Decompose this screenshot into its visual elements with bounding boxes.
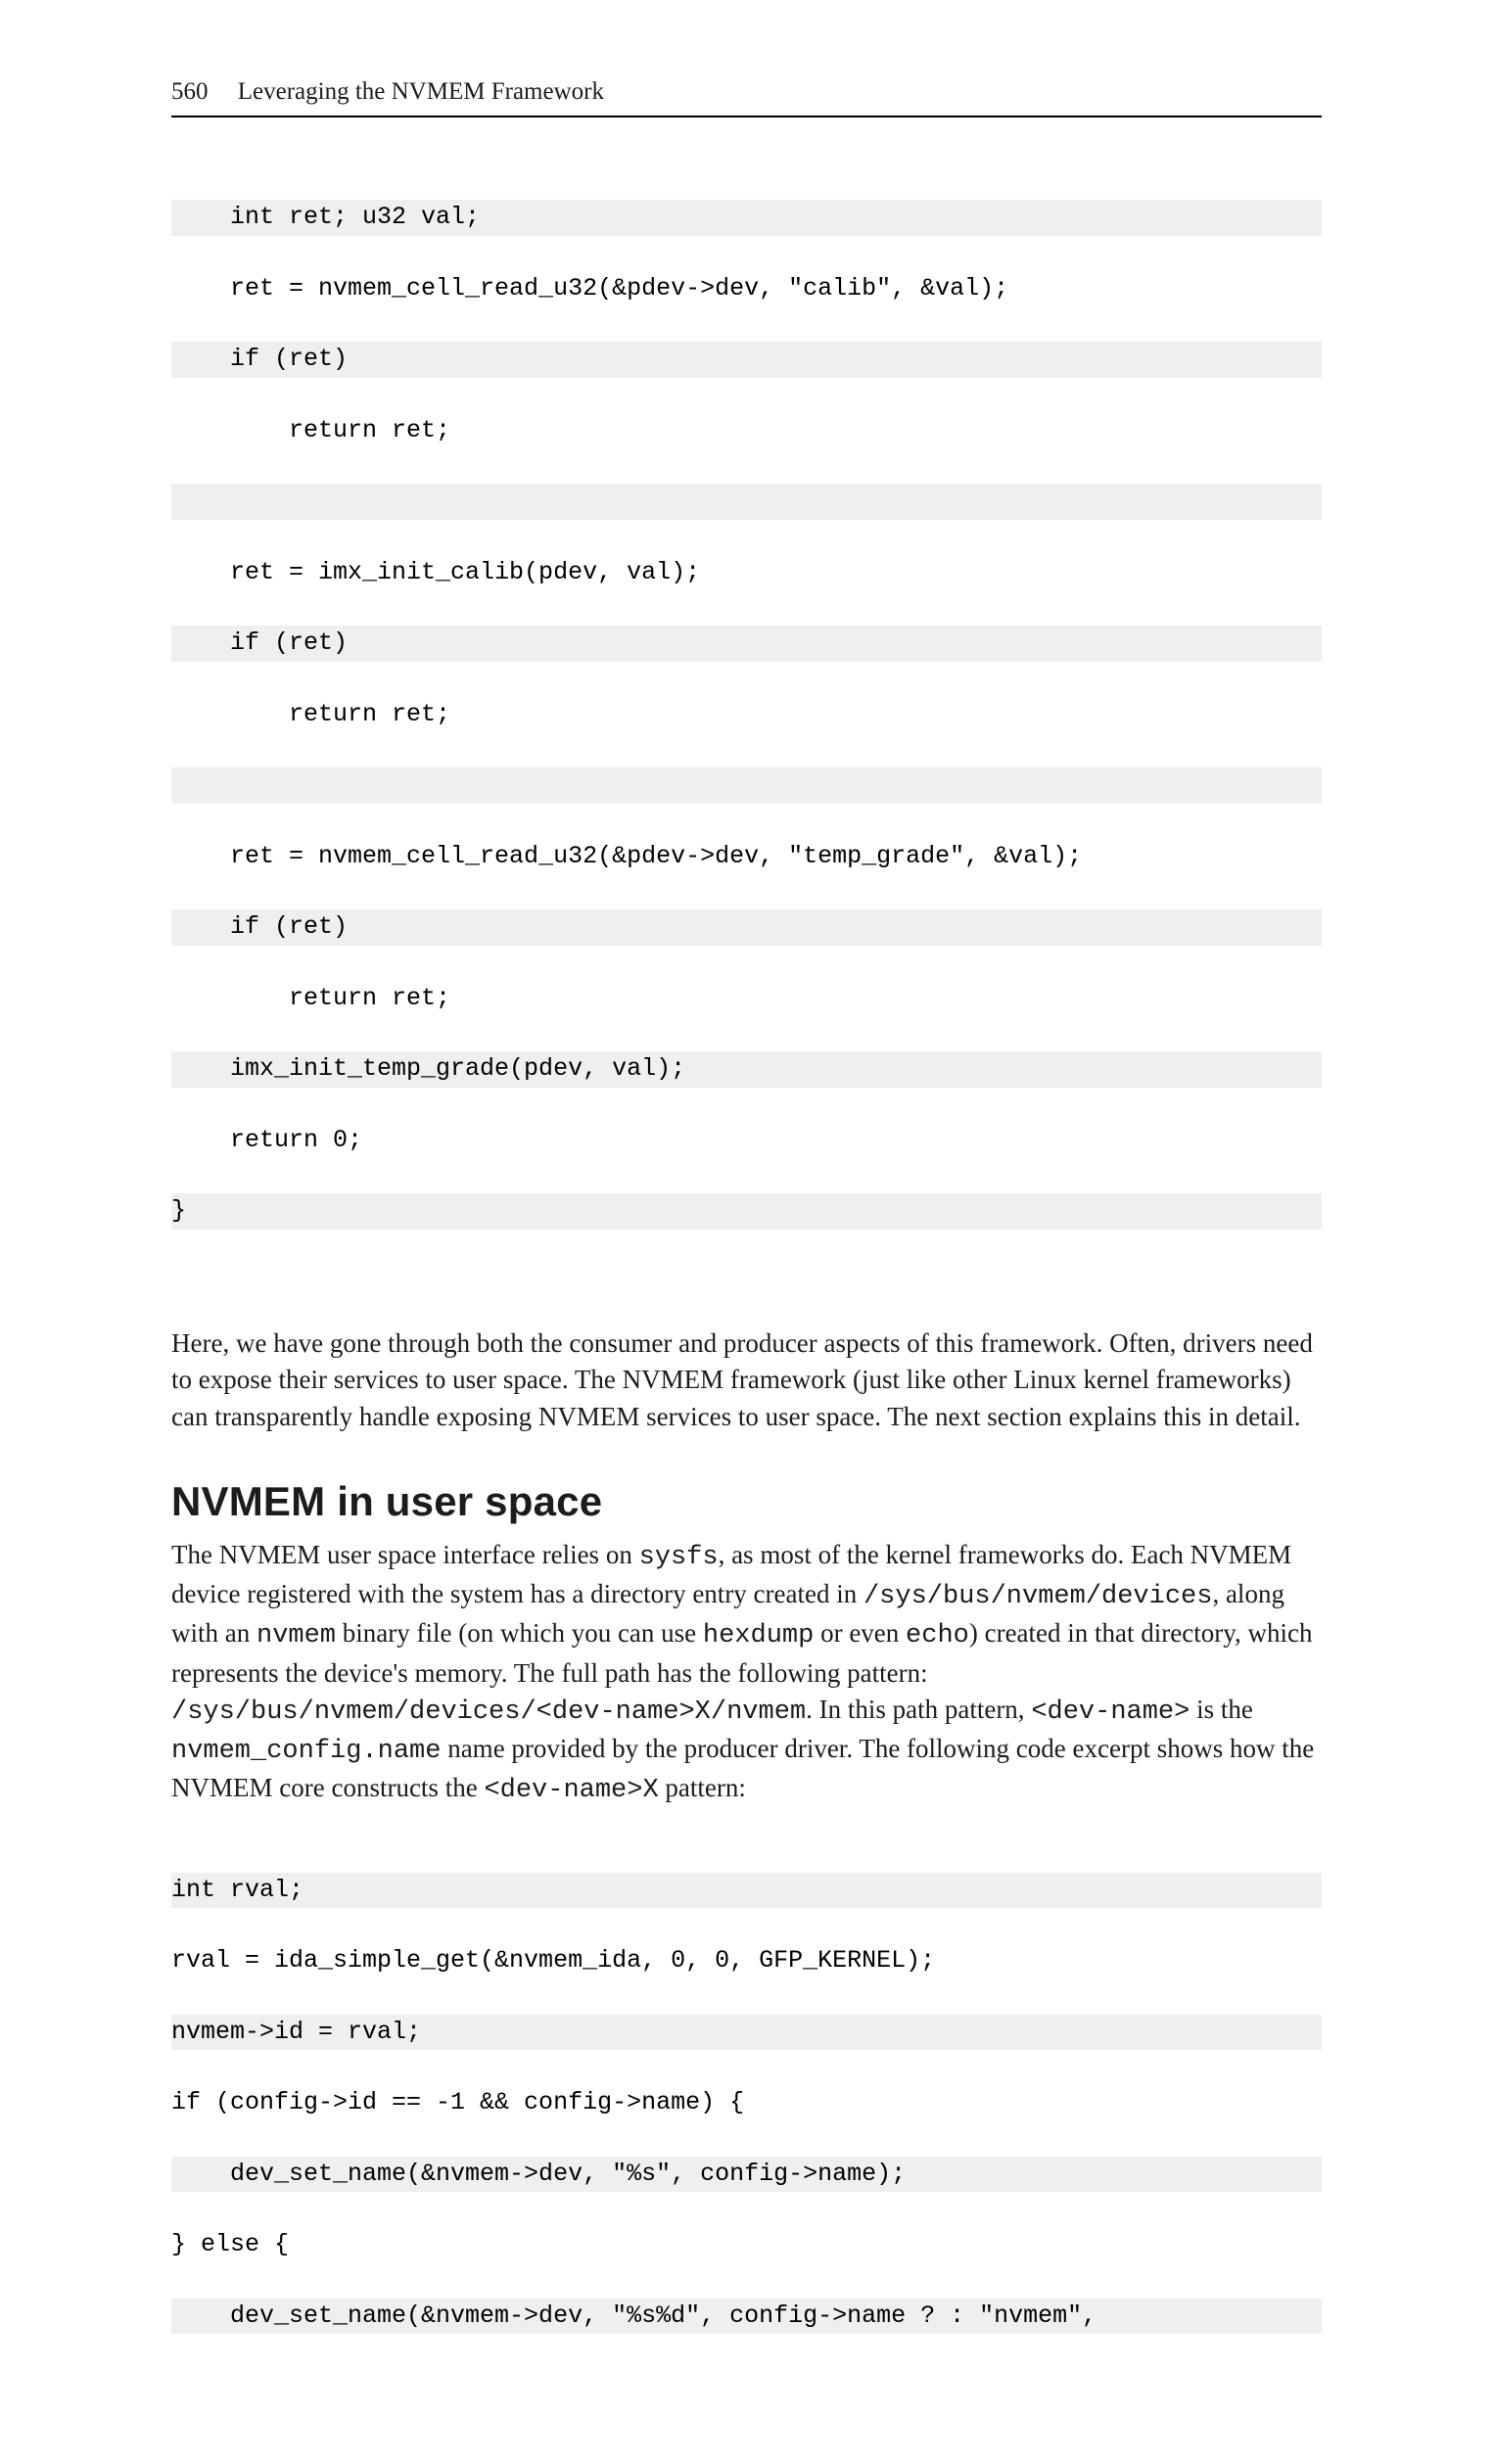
code-line: ret = imx_init_calib(pdev, val); — [171, 555, 1322, 590]
code-line: nvmem->id = rval; — [171, 2015, 1322, 2050]
code-line: if (config->id == -1 && config->name) { — [171, 2085, 1322, 2120]
code-line: ret = nvmem_cell_read_u32(&pdev->dev, "c… — [171, 271, 1322, 306]
code-line — [171, 767, 1322, 803]
header-rule — [171, 116, 1322, 117]
running-head: 560 Leveraging the NVMEM Framework — [171, 78, 1322, 106]
code-line: } else { — [171, 2227, 1322, 2262]
code-line: rval = ida_simple_get(&nvmem_ida, 0, 0, … — [171, 1943, 1322, 1978]
section-heading: NVMEM in user space — [171, 1478, 1322, 1525]
code-line — [171, 484, 1322, 519]
running-title: Leveraging the NVMEM Framework — [238, 78, 604, 105]
page-number: 560 — [171, 78, 209, 105]
code-line: ret = nvmem_cell_read_u32(&pdev->dev, "t… — [171, 839, 1322, 874]
code-block-1: int ret; u32 val; ret = nvmem_cell_read_… — [171, 164, 1322, 1300]
code-line: } — [171, 1193, 1322, 1229]
paragraph-2: The NVMEM user space interface relies on… — [171, 1537, 1322, 1810]
paragraph-1: Here, we have gone through both the cons… — [171, 1325, 1322, 1435]
code-line: imx_init_temp_grade(pdev, val); — [171, 1051, 1322, 1087]
code-line: return ret; — [171, 981, 1322, 1016]
code-line: int ret; u32 val; — [171, 200, 1322, 235]
code-line: return ret; — [171, 413, 1322, 448]
code-line: if (ret) — [171, 342, 1322, 377]
code-line: return ret; — [171, 697, 1322, 732]
code-block-2: int rval; rval = ida_simple_get(&nvmem_i… — [171, 1837, 1322, 2405]
code-line: dev_set_name(&nvmem->dev, "%s", config->… — [171, 2157, 1322, 2192]
code-line: dev_set_name(&nvmem->dev, "%s%d", config… — [171, 2299, 1322, 2334]
code-line: return 0; — [171, 1123, 1322, 1158]
code-line: int rval; — [171, 1873, 1322, 1908]
code-line: if (ret) — [171, 909, 1322, 945]
code-line: if (ret) — [171, 626, 1322, 661]
page: 560 Leveraging the NVMEM Framework int r… — [0, 0, 1493, 2464]
